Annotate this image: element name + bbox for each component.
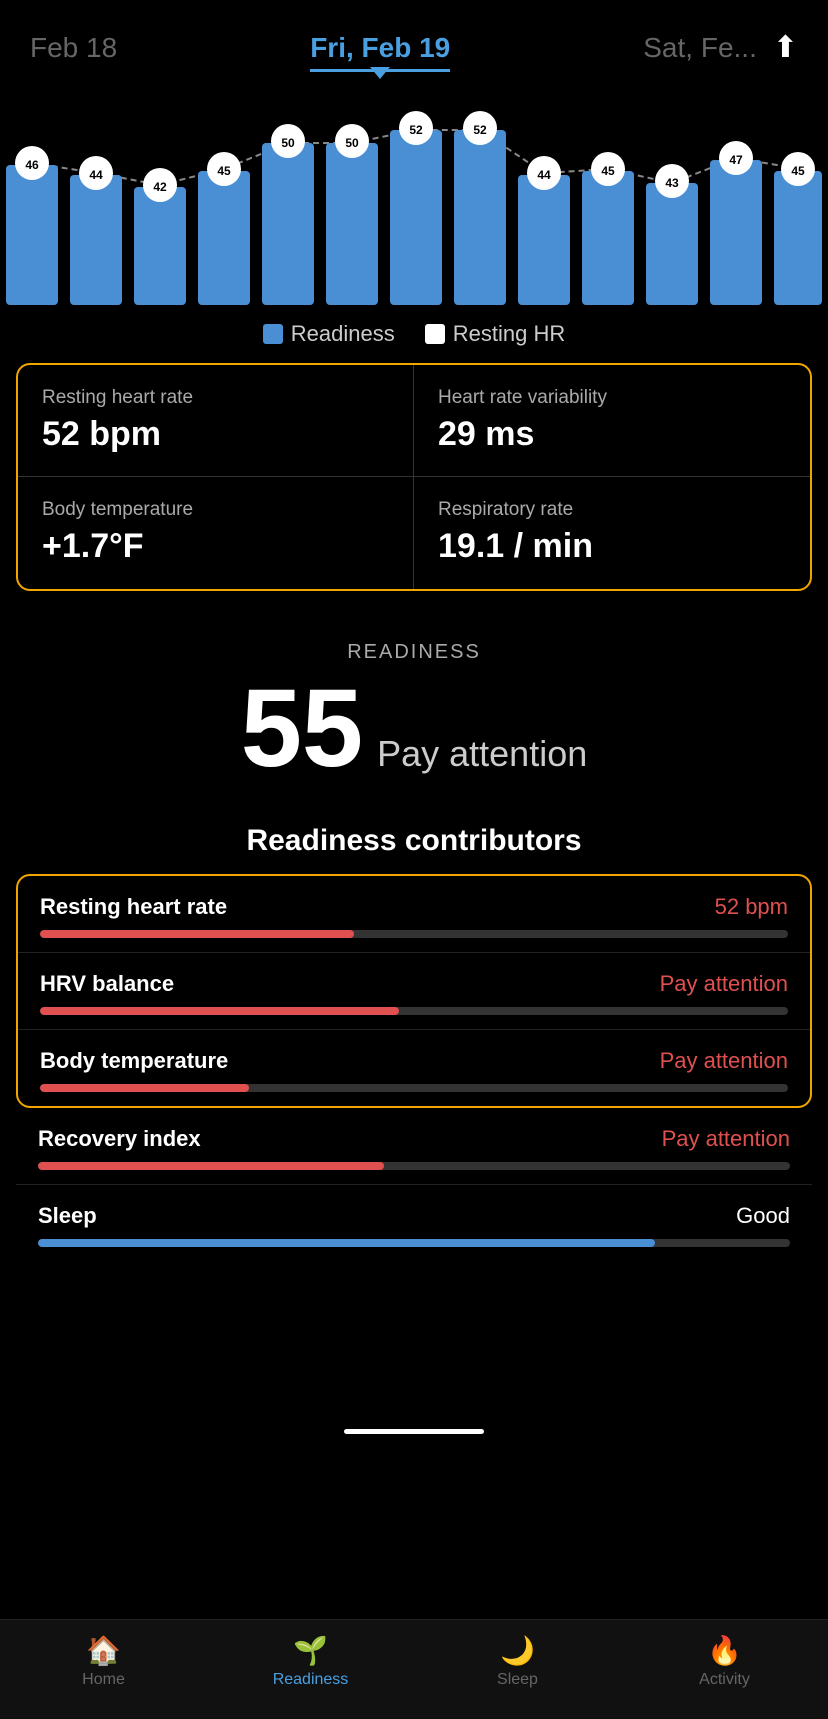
svg-text:43: 43 bbox=[665, 176, 679, 190]
chart-svg: 46 44 42 45 50 50 52 52 44 45 43 47 45 bbox=[0, 95, 828, 305]
body-temp-value: +1.7°F bbox=[42, 527, 389, 566]
nav-readiness-label: Readiness bbox=[273, 1671, 349, 1689]
contributor-hrv-name: HRV balance bbox=[40, 971, 174, 997]
resp-rate-label: Respiratory rate bbox=[438, 499, 786, 521]
readiness-icon: 🌱 bbox=[293, 1634, 328, 1667]
contributor-resting-hr-value: 52 bpm bbox=[715, 894, 788, 920]
contributor-body-temp-name: Body temperature bbox=[40, 1048, 228, 1074]
contributor-resting-hr-bar-bg bbox=[40, 930, 788, 938]
contributor-hrv-bar bbox=[40, 1007, 399, 1015]
contributor-body-temp-value: Pay attention bbox=[660, 1048, 788, 1074]
home-indicator bbox=[344, 1429, 484, 1434]
resp-rate-value: 19.1 / min bbox=[438, 527, 786, 566]
resting-hr-label: Resting heart rate bbox=[42, 387, 389, 409]
svg-text:45: 45 bbox=[791, 164, 805, 178]
current-date-container: Fri, Feb 19 bbox=[310, 32, 450, 64]
contributor-hrv[interactable]: HRV balance Pay attention bbox=[18, 953, 810, 1030]
header: Feb 18 Fri, Feb 19 Sat, Fe... ⬆ bbox=[0, 0, 828, 65]
share-icon[interactable]: ⬆ bbox=[773, 30, 798, 65]
resp-rate-cell[interactable]: Respiratory rate 19.1 / min bbox=[414, 477, 810, 589]
prev-date[interactable]: Feb 18 bbox=[30, 32, 117, 64]
svg-text:45: 45 bbox=[601, 164, 615, 178]
nav-readiness[interactable]: 🌱 Readiness bbox=[207, 1634, 414, 1689]
svg-text:47: 47 bbox=[729, 153, 743, 167]
resting-hr-legend-label: Resting HR bbox=[453, 321, 565, 347]
contributor-sleep-value: Good bbox=[736, 1203, 790, 1229]
bottom-nav: 🏠 Home 🌱 Readiness 🌙 Sleep 🔥 Activity bbox=[0, 1619, 828, 1719]
contributor-sleep-bar-bg bbox=[38, 1239, 790, 1247]
chart-legend: Readiness Resting HR bbox=[0, 305, 828, 353]
readiness-legend-dot bbox=[263, 324, 283, 344]
header-right: Sat, Fe... ⬆ bbox=[643, 30, 798, 65]
resting-hr-cell[interactable]: Resting heart rate 52 bpm bbox=[18, 365, 414, 477]
contributor-body-temp-bar-bg bbox=[40, 1084, 788, 1092]
nav-sleep-label: Sleep bbox=[497, 1671, 538, 1689]
contributor-recovery-name: Recovery index bbox=[38, 1126, 201, 1152]
contributor-body-temp-bar bbox=[40, 1084, 249, 1092]
svg-text:44: 44 bbox=[89, 168, 103, 182]
contributor-recovery-value: Pay attention bbox=[662, 1126, 790, 1152]
readiness-legend-label: Readiness bbox=[291, 321, 395, 347]
contributor-resting-hr-name: Resting heart rate bbox=[40, 894, 227, 920]
contributor-resting-hr[interactable]: Resting heart rate 52 bpm bbox=[18, 876, 810, 953]
svg-text:44: 44 bbox=[537, 168, 551, 182]
nav-home-label: Home bbox=[82, 1671, 125, 1689]
resting-hr-legend-dot bbox=[425, 324, 445, 344]
date-arrow bbox=[370, 67, 390, 79]
svg-text:42: 42 bbox=[153, 180, 167, 194]
legend-resting-hr: Resting HR bbox=[425, 321, 565, 347]
nav-home[interactable]: 🏠 Home bbox=[0, 1634, 207, 1689]
activity-icon: 🔥 bbox=[707, 1634, 742, 1667]
hrv-value: 29 ms bbox=[438, 415, 786, 454]
nav-activity-label: Activity bbox=[699, 1671, 750, 1689]
contributor-body-temp-header: Body temperature Pay attention bbox=[40, 1048, 788, 1074]
contributor-recovery[interactable]: Recovery index Pay attention bbox=[16, 1108, 812, 1185]
contributor-resting-hr-bar bbox=[40, 930, 354, 938]
contributor-hrv-value: Pay attention bbox=[660, 971, 788, 997]
next-date[interactable]: Sat, Fe... bbox=[643, 32, 757, 64]
contributor-hrv-header: HRV balance Pay attention bbox=[40, 971, 788, 997]
readiness-score-row: 55 Pay attention bbox=[20, 674, 808, 784]
contributors-title: Readiness contributors bbox=[0, 794, 828, 874]
contributor-recovery-bar bbox=[38, 1162, 384, 1170]
readiness-section: READINESS 55 Pay attention bbox=[0, 601, 828, 794]
contributor-sleep-bar bbox=[38, 1239, 655, 1247]
body-temp-cell[interactable]: Body temperature +1.7°F bbox=[18, 477, 414, 589]
svg-text:52: 52 bbox=[409, 123, 423, 137]
svg-text:46: 46 bbox=[25, 158, 39, 172]
contributor-recovery-bar-bg bbox=[38, 1162, 790, 1170]
svg-text:45: 45 bbox=[217, 164, 231, 178]
readiness-score: 55 bbox=[241, 674, 363, 784]
home-icon: 🏠 bbox=[86, 1634, 121, 1667]
current-date[interactable]: Fri, Feb 19 bbox=[310, 32, 450, 72]
svg-text:50: 50 bbox=[345, 136, 359, 150]
metrics-grid: Resting heart rate 52 bpm Heart rate var… bbox=[16, 363, 812, 591]
hrv-cell[interactable]: Heart rate variability 29 ms bbox=[414, 365, 810, 477]
contributors-outside: Recovery index Pay attention Sleep Good bbox=[0, 1108, 828, 1261]
hrv-label: Heart rate variability bbox=[438, 387, 786, 409]
legend-readiness: Readiness bbox=[263, 321, 395, 347]
nav-sleep[interactable]: 🌙 Sleep bbox=[414, 1634, 621, 1689]
readiness-status: Pay attention bbox=[377, 733, 587, 775]
contributor-sleep[interactable]: Sleep Good bbox=[16, 1185, 812, 1261]
contributor-hrv-bar-bg bbox=[40, 1007, 788, 1015]
contributor-recovery-header: Recovery index Pay attention bbox=[38, 1126, 790, 1152]
contributor-body-temp[interactable]: Body temperature Pay attention bbox=[18, 1030, 810, 1106]
nav-activity[interactable]: 🔥 Activity bbox=[621, 1634, 828, 1689]
svg-text:52: 52 bbox=[473, 123, 487, 137]
chart-area: 46 44 42 45 50 50 52 52 44 45 43 47 45 bbox=[0, 95, 828, 305]
contributor-sleep-name: Sleep bbox=[38, 1203, 97, 1229]
contributors-boxed: Resting heart rate 52 bpm HRV balance Pa… bbox=[16, 874, 812, 1108]
svg-text:50: 50 bbox=[281, 136, 295, 150]
contributor-resting-hr-header: Resting heart rate 52 bpm bbox=[40, 894, 788, 920]
contributor-sleep-header: Sleep Good bbox=[38, 1203, 790, 1229]
readiness-title: READINESS bbox=[20, 641, 808, 664]
body-temp-label: Body temperature bbox=[42, 499, 389, 521]
sleep-icon: 🌙 bbox=[500, 1634, 535, 1667]
resting-hr-value: 52 bpm bbox=[42, 415, 389, 454]
